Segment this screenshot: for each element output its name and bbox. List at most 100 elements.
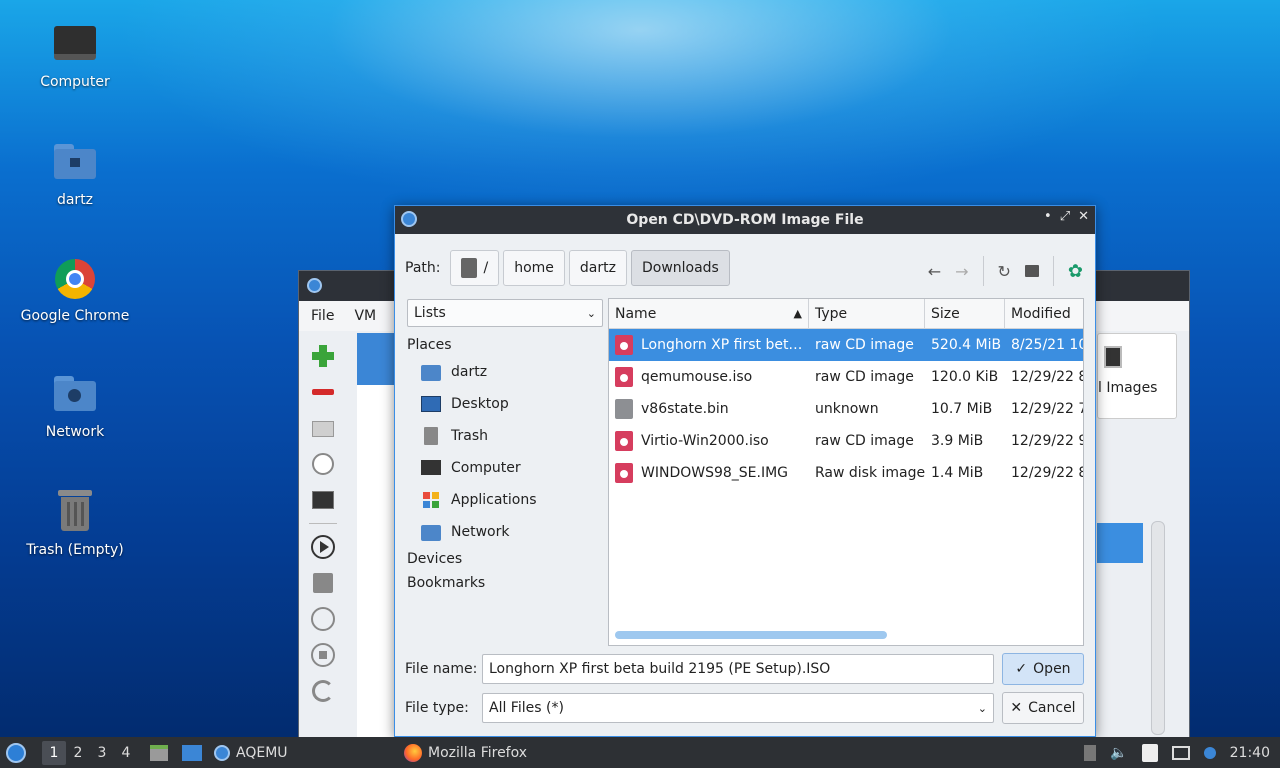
clock-icon[interactable]: [310, 451, 336, 477]
applications-icon: [421, 491, 441, 509]
desktop-icon-home[interactable]: dartz: [5, 140, 145, 208]
column-header-modified[interactable]: Modified: [1005, 299, 1083, 328]
file-row[interactable]: v86state.bin unknown 10.7 MiB 12/29/22 7: [609, 393, 1083, 425]
file-type: unknown: [815, 401, 879, 417]
start-menu-button[interactable]: [0, 737, 32, 768]
toolbar-separator: [1052, 256, 1054, 286]
settings-gear-icon[interactable]: ✿: [1068, 261, 1083, 282]
workspace-1[interactable]: 1: [42, 740, 66, 765]
start-menu-icon: [6, 742, 26, 763]
close-icon[interactable]: ✕: [1078, 209, 1089, 224]
file-row[interactable]: Virtio-Win2000.iso raw CD image 3.9 MiB …: [609, 425, 1083, 457]
vm-list-item-logo[interactable]: [357, 333, 395, 385]
remove-vm-icon[interactable]: [310, 379, 336, 405]
disc-image-icon: [615, 463, 633, 483]
file-type-dropdown[interactable]: All Files (*) ⌄: [482, 693, 994, 723]
crumb-root[interactable]: /: [450, 250, 500, 286]
file-name: v86state.bin: [641, 401, 729, 417]
network-status-icon[interactable]: [1171, 745, 1190, 760]
cancel-button[interactable]: ✕ Cancel: [1002, 692, 1084, 724]
crumb-home[interactable]: home: [503, 250, 565, 286]
places-item-network[interactable]: Network: [407, 516, 603, 548]
show-desktop-button[interactable]: [144, 737, 208, 768]
reset-icon[interactable]: [310, 678, 336, 704]
details-partial-label: l Images: [1098, 380, 1158, 396]
places-item-label: dartz: [451, 364, 488, 380]
menu-file[interactable]: File: [311, 308, 334, 324]
task-aqemu[interactable]: AQEMU: [208, 737, 398, 768]
file-row[interactable]: WINDOWS98_SE.IMG Raw disk image 1.4 MiB …: [609, 457, 1083, 489]
hdd-icon[interactable]: [310, 415, 336, 441]
file-name: qemumouse.iso: [641, 369, 753, 385]
refresh-icon[interactable]: ↻: [998, 262, 1011, 281]
forward-icon[interactable]: →: [955, 262, 968, 281]
workspace-2[interactable]: 2: [66, 741, 90, 765]
trash-icon: [421, 427, 441, 445]
home-folder-icon: [52, 140, 98, 186]
places-header[interactable]: Places: [407, 334, 603, 356]
desktop-icon-trash[interactable]: Trash (Empty): [5, 490, 145, 558]
cancel-button-label: Cancel: [1028, 700, 1076, 716]
workspace-4[interactable]: 4: [114, 741, 138, 765]
devices-header[interactable]: Devices: [407, 548, 603, 570]
column-header-name[interactable]: Name ▲: [609, 299, 809, 328]
storage-icon[interactable]: [1084, 744, 1097, 761]
back-icon[interactable]: ←: [928, 262, 941, 281]
places-item-trash[interactable]: Trash: [407, 420, 603, 452]
column-header-size[interactable]: Size: [925, 299, 1005, 328]
workspace-switcher: 1 2 3 4: [32, 737, 144, 768]
clock[interactable]: 21:40: [1230, 745, 1270, 761]
dialog-title: Open CD\DVD-ROM Image File: [626, 212, 864, 228]
crumb-downloads-label: Downloads: [641, 260, 719, 276]
clipboard-icon[interactable]: [1141, 743, 1158, 762]
desktop-launcher-icon[interactable]: [182, 744, 202, 761]
places-item-applications[interactable]: Applications: [407, 484, 603, 516]
file-name-input[interactable]: Longhorn XP first beta build 2195 (PE Se…: [482, 654, 994, 684]
dialog-titlebar[interactable]: Open CD\DVD-ROM Image File • ⤢ ✕: [395, 206, 1095, 234]
toolbar-separator: [982, 256, 984, 286]
crumb-dartz[interactable]: dartz: [568, 250, 627, 286]
places-item-computer[interactable]: Computer: [407, 452, 603, 484]
add-vm-icon[interactable]: [310, 343, 336, 369]
file-name: WINDOWS98_SE.IMG: [641, 465, 789, 481]
workspace-3[interactable]: 3: [90, 741, 114, 765]
desktop-icon-network[interactable]: Network: [5, 372, 145, 440]
new-folder-icon[interactable]: [1024, 265, 1039, 277]
open-button[interactable]: ✓ Open: [1002, 653, 1084, 685]
volume-icon[interactable]: 🔈: [1110, 745, 1127, 761]
task-label: AQEMU: [236, 744, 288, 761]
desktop-icon-computer[interactable]: Computer: [5, 22, 145, 90]
drive-icon: [461, 258, 478, 278]
places-item-desktop[interactable]: Desktop: [407, 388, 603, 420]
bg-scrollbar[interactable]: [1151, 521, 1165, 735]
lists-dropdown-value: Lists: [414, 305, 446, 321]
pause-icon[interactable]: [310, 606, 336, 632]
desktop-icon-chrome[interactable]: Google Chrome: [5, 256, 145, 324]
horizontal-scrollbar[interactable]: [615, 631, 887, 639]
maximize-icon[interactable]: ⤢: [1060, 209, 1070, 224]
save-icon[interactable]: [310, 570, 336, 596]
play-icon[interactable]: [310, 534, 336, 560]
file-row[interactable]: qemumouse.iso raw CD image 120.0 KiB 12/…: [609, 361, 1083, 393]
file-modified: 12/29/22 9: [1011, 433, 1083, 449]
stop-icon[interactable]: [310, 642, 336, 668]
file-size: 520.4 MiB: [931, 337, 1002, 353]
minimize-icon[interactable]: •: [1044, 209, 1052, 224]
disc-image-icon: [615, 367, 633, 387]
file-row[interactable]: Longhorn XP first bet… raw CD image 520.…: [609, 329, 1083, 361]
file-type: raw CD image: [815, 433, 914, 449]
task-firefox[interactable]: Mozilla Firefox: [398, 737, 533, 768]
places-item-dartz[interactable]: dartz: [407, 356, 603, 388]
bookmarks-header[interactable]: Bookmarks: [407, 572, 603, 594]
crumb-downloads[interactable]: Downloads: [630, 250, 730, 286]
terminal-icon[interactable]: [310, 487, 336, 513]
updates-icon[interactable]: [1203, 746, 1216, 759]
column-header-label: Modified: [1011, 305, 1071, 322]
file-type-label: File type:: [405, 700, 469, 716]
lists-dropdown[interactable]: Lists ⌄: [407, 299, 603, 327]
unknown-file-icon: [615, 399, 633, 419]
taskbar: 1 2 3 4 AQEMU Mozilla Firefox 🔈 21:40: [0, 737, 1280, 768]
menu-vm[interactable]: VM: [354, 308, 376, 324]
close-icon: ✕: [1010, 700, 1023, 716]
column-header-type[interactable]: Type: [809, 299, 925, 328]
